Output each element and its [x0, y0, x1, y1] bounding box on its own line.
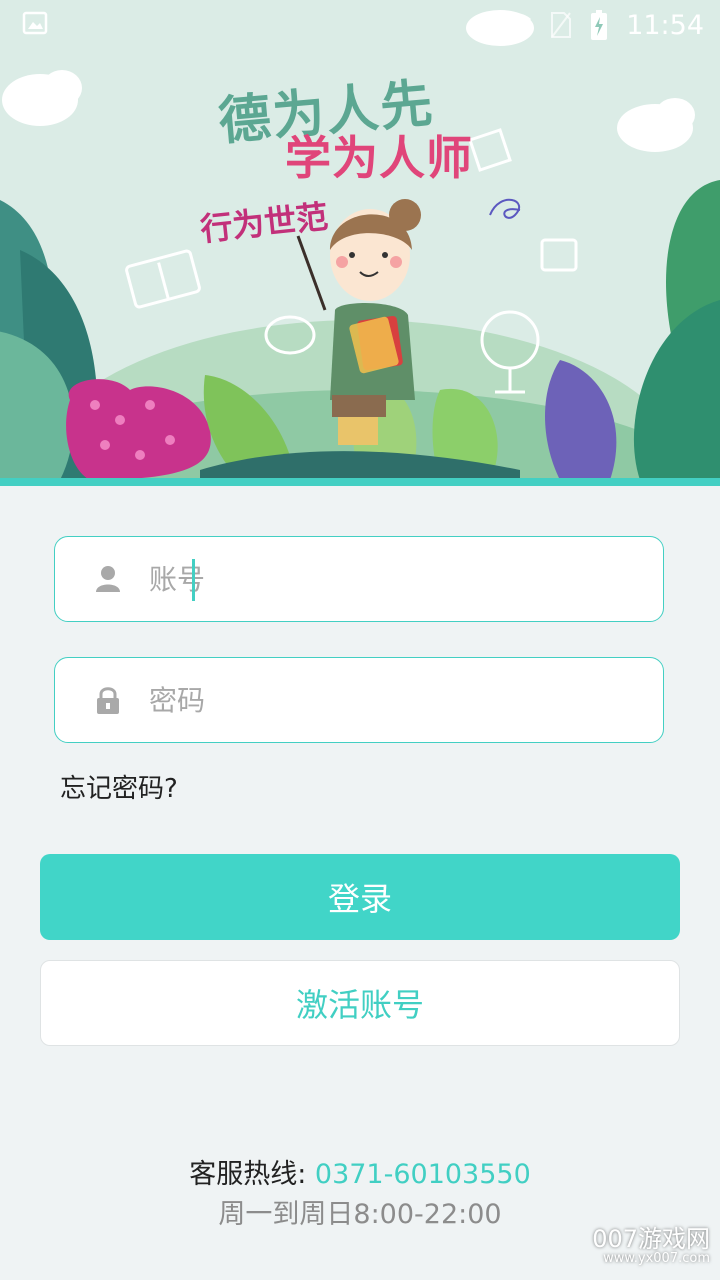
account-field-container[interactable] [54, 536, 664, 622]
password-field-container[interactable] [54, 657, 664, 743]
text-cursor [192, 559, 195, 601]
no-sim-icon [550, 11, 572, 39]
gallery-notification-icon [22, 10, 48, 40]
battery-charging-icon [590, 10, 608, 40]
password-input[interactable] [139, 682, 663, 718]
login-button[interactable]: 登录 [40, 854, 680, 940]
account-input[interactable] [139, 561, 663, 597]
forgot-password-link[interactable]: 忘记密码? [60, 768, 178, 805]
status-time: 11:54 [626, 9, 704, 41]
user-icon [93, 564, 123, 594]
wifi-icon [498, 12, 532, 38]
slogan-line-2: 学为人师 [285, 131, 473, 185]
hero-illustration: 德为人先 学为人师 行为世范 [0, 0, 720, 480]
customer-service-hotline: 客服热线: 0371-60103550 [0, 1152, 720, 1191]
site-watermark: 007游戏网 www.yx007.com [592, 1226, 710, 1267]
hotline-phone-link[interactable]: 0371-60103550 [315, 1159, 531, 1190]
status-bar: 11:54 [0, 0, 720, 50]
hotline-label: 客服热线: [189, 1159, 315, 1190]
watermark-url: www.yx007.com [603, 1251, 710, 1267]
watermark-brand: 007游戏网 [592, 1225, 710, 1253]
activate-account-button[interactable]: 激活账号 [40, 960, 680, 1046]
hero-divider [0, 478, 720, 486]
lock-icon [93, 685, 123, 715]
